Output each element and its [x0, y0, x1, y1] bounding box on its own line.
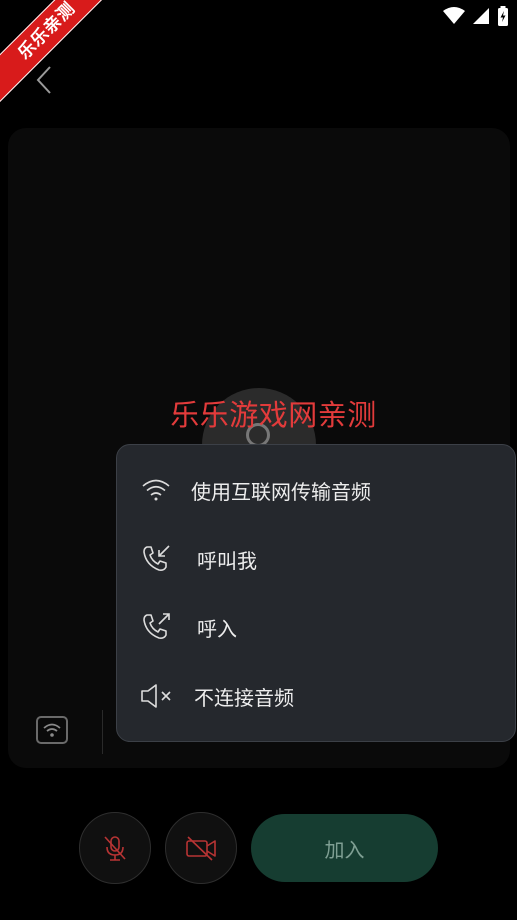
menu-item-label: 不连接音频: [194, 685, 294, 710]
join-button[interactable]: 加入: [251, 814, 438, 882]
menu-item-label: 使用互联网传输音频: [191, 479, 371, 504]
wifi-signal-icon: [443, 7, 465, 24]
microphone-toggle-button[interactable]: [79, 812, 151, 884]
cell-signal-icon: [473, 8, 489, 24]
menu-item-internet-audio[interactable]: 使用互联网传输音频: [117, 460, 515, 520]
watermark-text: 乐乐游戏网亲测: [170, 398, 377, 432]
mic-off-icon: [104, 836, 126, 861]
menu-item-dial-in[interactable]: 呼入: [117, 597, 515, 657]
wifi-icon: [139, 474, 173, 506]
menu-item-no-audio[interactable]: 不连接音频: [117, 666, 515, 726]
back-button[interactable]: [28, 60, 60, 100]
audio-source-button[interactable]: [36, 716, 68, 744]
camera-toggle-button[interactable]: [165, 812, 237, 884]
chevron-left-icon: [36, 66, 51, 94]
camera-off-icon: [186, 836, 216, 861]
menu-item-call-me[interactable]: 呼叫我: [117, 529, 515, 589]
status-icons: [443, 6, 509, 26]
menu-item-label: 呼入: [197, 616, 237, 641]
speaker-mute-icon: [139, 680, 173, 712]
divider: [102, 710, 103, 754]
battery-icon: [498, 6, 508, 26]
wifi-icon: [43, 723, 61, 737]
audio-options-menu: 使用互联网传输音频 呼叫我 呼入 不连接音频: [116, 444, 516, 742]
phone-incoming-icon: [139, 543, 173, 575]
menu-item-label: 呼叫我: [197, 548, 257, 573]
phone-outgoing-icon: [139, 611, 173, 643]
